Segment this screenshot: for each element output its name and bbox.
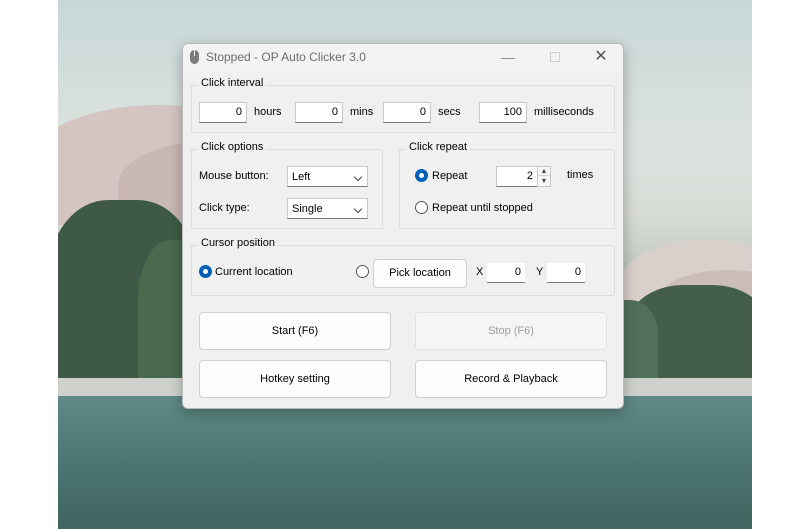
stop-button[interactable]: Stop (F6) (415, 312, 607, 350)
milliseconds-label: milliseconds (534, 106, 594, 118)
start-button[interactable]: Start (F6) (199, 312, 391, 350)
minimize-button[interactable]: — (485, 44, 531, 72)
click-type-value: Single (292, 203, 323, 215)
hours-input[interactable]: 0 (199, 102, 247, 123)
y-label: Y (536, 266, 544, 278)
click-options-group: Click options Mouse button: Left Click t… (191, 141, 383, 229)
secs-label: secs (438, 106, 461, 118)
mouse-icon (190, 50, 199, 64)
pick-location-button[interactable]: Pick location (373, 259, 467, 288)
auto-clicker-window: Stopped - OP Auto Clicker 3.0 — ✕ Click … (182, 43, 624, 409)
minimize-icon: — (501, 49, 515, 65)
secs-input[interactable]: 0 (383, 102, 431, 123)
current-location-radio[interactable] (199, 265, 212, 278)
click-interval-group: Click interval 0 hours 0 mins 0 secs 100… (191, 77, 615, 133)
mouse-button-select[interactable]: Left (287, 166, 368, 187)
repeat-until-stopped-radio[interactable] (415, 201, 428, 214)
mins-label: mins (350, 106, 374, 118)
click-type-select[interactable]: Single (287, 198, 368, 219)
hours-label: hours (254, 106, 282, 118)
repeat-radio[interactable] (415, 169, 428, 182)
maximize-icon (550, 52, 560, 62)
current-location-label: Current location (215, 266, 293, 278)
maximize-button (532, 44, 578, 72)
x-coordinate-input[interactable]: 0 (487, 263, 525, 283)
mouse-button-label: Mouse button: (199, 170, 269, 182)
repeat-count-spinner[interactable]: ▲ ▼ (537, 166, 551, 187)
screenshot-frame: Stopped - OP Auto Clicker 3.0 — ✕ Click … (0, 0, 800, 529)
click-options-legend: Click options (198, 141, 267, 153)
spin-down-icon[interactable]: ▼ (538, 177, 550, 186)
cursor-position-legend: Cursor position (198, 237, 278, 249)
record-playback-button[interactable]: Record & Playback (415, 360, 607, 398)
mins-input[interactable]: 0 (295, 102, 343, 123)
mouse-button-value: Left (292, 171, 311, 183)
times-label: times (567, 169, 594, 181)
window-title: Stopped - OP Auto Clicker 3.0 (206, 50, 366, 64)
x-label: X (476, 266, 484, 278)
chevron-down-icon (353, 172, 363, 182)
click-repeat-legend: Click repeat (406, 141, 471, 153)
click-interval-legend: Click interval (198, 77, 267, 89)
close-button[interactable]: ✕ (578, 44, 623, 72)
chevron-down-icon (353, 204, 363, 214)
click-repeat-group: Click repeat Repeat 2 ▲ ▼ times Repeat u… (399, 141, 615, 229)
wallpaper-lake (58, 396, 752, 529)
milliseconds-input[interactable]: 100 (479, 102, 527, 123)
close-icon: ✕ (594, 48, 608, 65)
repeat-count-input[interactable]: 2 (496, 166, 538, 187)
y-coordinate-input[interactable]: 0 (547, 263, 585, 283)
pick-location-radio[interactable] (356, 265, 369, 278)
click-type-label: Click type: (199, 202, 250, 214)
cursor-position-group: Cursor position Current location Pick lo… (191, 237, 615, 296)
repeat-label: Repeat (432, 170, 468, 182)
repeat-until-stopped-label: Repeat until stopped (432, 202, 533, 214)
hotkey-setting-button[interactable]: Hotkey setting (199, 360, 391, 398)
title-bar[interactable]: Stopped - OP Auto Clicker 3.0 — ✕ (183, 44, 623, 72)
spin-up-icon[interactable]: ▲ (538, 167, 550, 176)
